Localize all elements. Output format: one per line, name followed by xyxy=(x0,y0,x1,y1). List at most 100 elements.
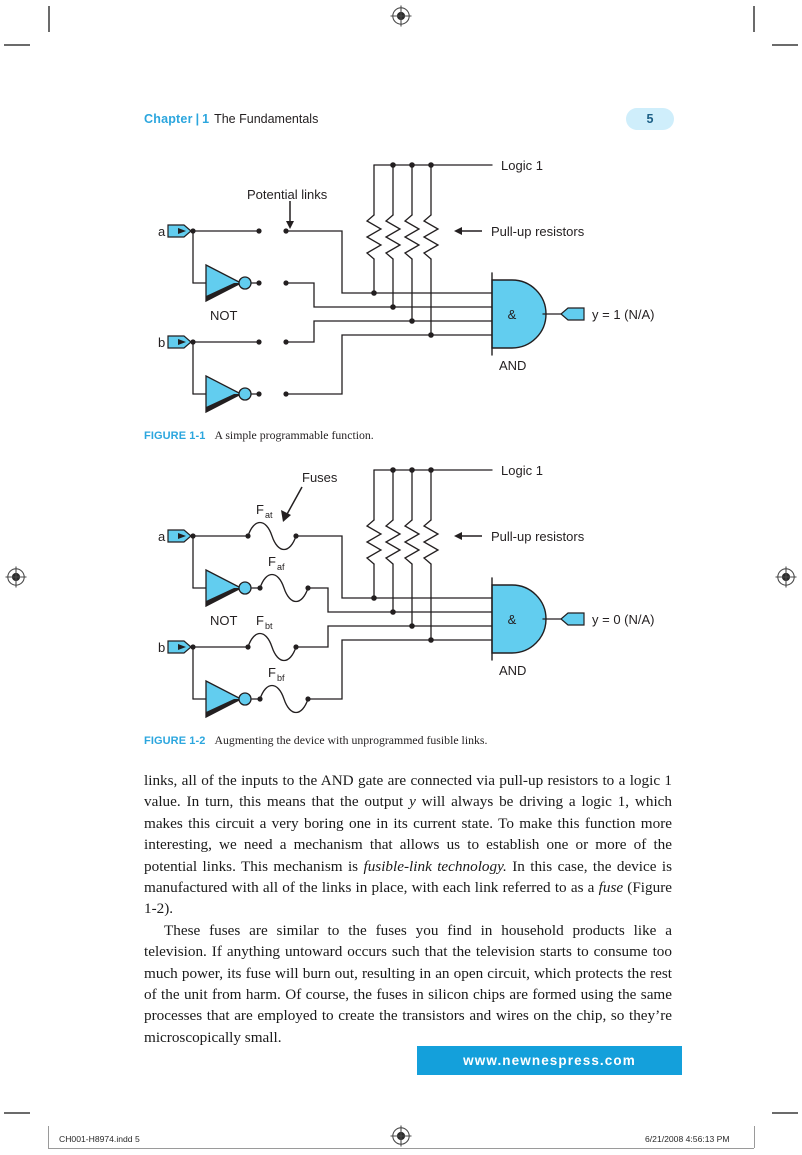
pullup-resistor-1 xyxy=(365,519,383,565)
page-number-badge: 5 xyxy=(626,108,674,130)
not-gate-b xyxy=(205,374,252,414)
fuse-Faf xyxy=(259,573,309,603)
body-p1-italic: fusible-link technology. xyxy=(363,857,507,875)
registration-mark-left xyxy=(5,566,27,588)
figure-1-1-logic1-label: Logic 1 xyxy=(501,158,543,173)
crop-mark-right-bottom-horizontal xyxy=(772,1112,798,1114)
potential-link-wire-3 xyxy=(285,320,493,343)
not-gate-b xyxy=(205,679,252,719)
footer-left-rule xyxy=(48,1126,49,1148)
crop-mark-right-top-horizontal xyxy=(772,44,798,46)
figure-1-2-fuses-label: Fuses xyxy=(302,470,338,485)
figure-1-1-diagram: a b NOT NOT Potential links Logic 1 Pull… xyxy=(158,158,655,434)
figure-1-1-pullup-label: Pull-up resistors xyxy=(491,224,585,239)
and-gate-body xyxy=(491,584,547,654)
input-pin-a xyxy=(167,529,192,543)
figure-1-2-not-gate-b-label: NOT xyxy=(210,724,238,725)
pullup-resistor-3 xyxy=(403,519,421,565)
figure-1-2-diagram: a b NOT NOT F at F af F bt F bf Fuses Lo… xyxy=(158,463,655,739)
fuses-arrow xyxy=(285,486,303,517)
fuses-arrowhead xyxy=(281,510,291,522)
running-head-chapter-word: Chapter xyxy=(144,112,193,126)
input-pin-a xyxy=(167,224,192,238)
crop-mark-left-top-horizontal xyxy=(4,44,30,46)
figure-1-2-fuse-label-Fat-base: F xyxy=(256,502,264,517)
potential-link-wire-1 xyxy=(285,230,493,294)
figure-1-2-pullup-label: Pull-up resistors xyxy=(491,529,585,544)
fuse-Fat xyxy=(247,521,297,551)
figure-1-2-caption: FIGURE 1-2 Augmenting the device with unp… xyxy=(144,733,487,748)
figure-1-1-input-a-label: a xyxy=(158,224,166,239)
figure-1-1-input-b-label: b xyxy=(158,335,165,350)
potential-link-wire-4 xyxy=(285,334,493,395)
fuse-wire-1 xyxy=(295,535,493,599)
crop-mark-top-left-vertical xyxy=(48,6,50,32)
figure-1-2-fuse-label-Faf-base: F xyxy=(268,554,276,569)
body-paragraph-1: links, all of the inputs to the AND gate… xyxy=(144,770,672,920)
figure-1-2-caption-text: Augmenting the device with unprogrammed … xyxy=(214,733,488,747)
figure-1-1-caption: FIGURE 1-1 A simple programmable function… xyxy=(144,428,374,443)
fuse-wire-4 xyxy=(307,639,493,700)
body-p1-italic2: fuse xyxy=(598,879,624,897)
figure-1-2-fuse-label-Fat-sub: at xyxy=(265,510,273,520)
crop-mark-top-right-vertical xyxy=(753,6,755,32)
crop-mark-left-bottom-horizontal xyxy=(4,1112,30,1114)
figure-1-1-and-gate-label: AND xyxy=(499,358,526,373)
running-head: Chapter | 1 The Fundamentals 5 xyxy=(144,108,674,134)
figure-1-1-caption-text: A simple programmable function. xyxy=(214,428,374,442)
pullup-resistor-2 xyxy=(384,214,402,260)
figure-1-2-and-gate-symbol: & xyxy=(508,612,517,627)
fuse-Fbt xyxy=(247,632,297,662)
newnespress-url-text: www.newnespress.com xyxy=(463,1053,636,1068)
figure-1-2: a b NOT NOT F at F af F bt F bf Fuses Lo… xyxy=(144,460,674,739)
potential-links-arrowhead xyxy=(286,221,294,229)
running-head-separator: | xyxy=(195,112,200,126)
pullup-arrowhead xyxy=(454,227,462,235)
figure-1-2-fuse-label-Fbt-base: F xyxy=(256,613,264,628)
registration-mark-right xyxy=(775,566,797,588)
figure-1-2-not-gate-a-label: NOT xyxy=(210,613,238,628)
input-pin-b xyxy=(167,640,192,654)
registration-mark-top xyxy=(390,5,412,27)
newnespress-url-banner[interactable]: www.newnespress.com xyxy=(417,1046,682,1075)
not-gate-a xyxy=(205,263,252,303)
pullup-resistor-2 xyxy=(384,519,402,565)
running-head-chapter-number: 1 xyxy=(202,112,210,126)
figure-1-1-output-label: y = 1 (N/A) xyxy=(592,307,655,322)
figure-1-2-logic1-label: Logic 1 xyxy=(501,463,543,478)
footer-rule xyxy=(48,1148,754,1149)
figure-1-1: a b NOT NOT Potential links Logic 1 Pull… xyxy=(144,155,674,434)
output-pin xyxy=(560,612,585,626)
body-text: links, all of the inputs to the AND gate… xyxy=(144,770,672,1048)
figure-1-1-potential-links-label: Potential links xyxy=(247,187,328,202)
figure-1-2-input-b-label: b xyxy=(158,640,165,655)
footer-timestamp: 6/21/2008 4:56:13 PM xyxy=(645,1134,730,1144)
pullup-resistor-4 xyxy=(422,519,440,565)
pullup-resistor-4 xyxy=(422,214,440,260)
figure-1-2-input-a-label: a xyxy=(158,529,166,544)
figure-1-1-and-gate-symbol: & xyxy=(508,307,517,322)
running-head-chapter-title: The Fundamentals xyxy=(214,112,319,126)
figure-1-2-fuse-label-Faf-sub: af xyxy=(277,562,285,572)
figure-1-1-caption-label: FIGURE 1-1 xyxy=(144,430,206,442)
and-gate-body xyxy=(491,279,547,349)
figure-1-2-fuse-label-Fbf-sub: bf xyxy=(277,673,285,683)
footer-right-rule xyxy=(754,1126,755,1148)
footer-filename: CH001-H8974.indd 5 xyxy=(59,1134,140,1144)
not-gate-a xyxy=(205,568,252,608)
figure-1-1-not-gate-b-label: NOT xyxy=(210,419,238,420)
figure-1-2-and-gate-label: AND xyxy=(499,663,526,678)
input-pin-b xyxy=(167,335,192,349)
fuse-wire-3 xyxy=(295,625,493,648)
body-p1-y: y xyxy=(409,793,416,811)
fuse-Fbf xyxy=(259,684,309,714)
figure-1-2-output-label: y = 0 (N/A) xyxy=(592,612,655,627)
pullup-resistor-1 xyxy=(365,214,383,260)
fuse-wire-2 xyxy=(307,587,493,613)
figure-1-2-caption-label: FIGURE 1-2 xyxy=(144,735,206,747)
pullup-resistor-3 xyxy=(403,214,421,260)
registration-mark-bottom xyxy=(390,1125,412,1147)
body-paragraph-2: These fuses are similar to the fuses you… xyxy=(144,921,672,1046)
output-pin xyxy=(560,307,585,321)
figure-1-2-fuse-label-Fbf-base: F xyxy=(268,665,276,680)
